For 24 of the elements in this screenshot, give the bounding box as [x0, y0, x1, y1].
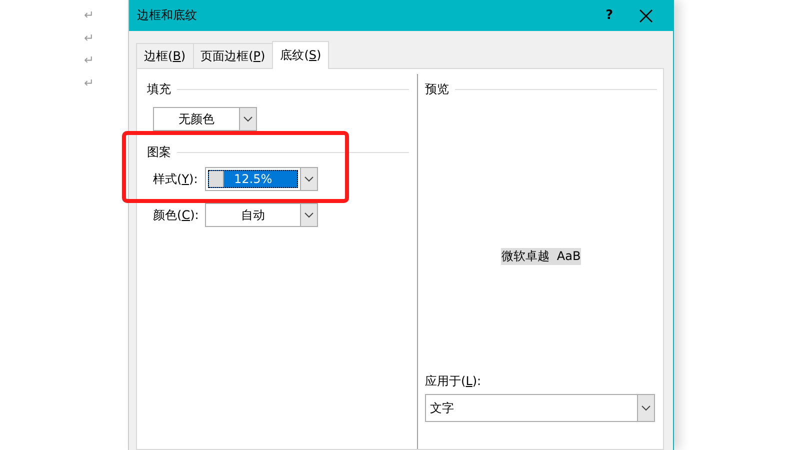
section-heading: 预览 — [425, 80, 449, 98]
tab[interactable]: 底纹(S) — [272, 41, 330, 69]
color-dropdown[interactable]: 自动 — [205, 203, 318, 227]
tab[interactable]: 边框(B) — [136, 43, 194, 68]
chevron-down-icon — [243, 116, 253, 122]
apply-to-dropdown[interactable]: 文字 — [425, 394, 655, 422]
chevron-down-icon — [641, 405, 651, 411]
window-title: 边框和底纹 — [137, 7, 198, 24]
paragraph-mark: ↵ — [84, 52, 94, 70]
paragraph-mark: ↵ — [84, 75, 94, 92]
apply-to-label: 应用于(L): — [425, 373, 482, 390]
chevron-down-icon — [304, 176, 314, 182]
preview-sample: 微软卓越 AaB — [501, 248, 581, 264]
section-heading: 填充 — [147, 80, 171, 98]
help-button[interactable]: ? — [605, 8, 613, 23]
style-dropdown[interactable]: 12.5% — [205, 167, 318, 191]
color-label: 颜色(C): — [153, 206, 199, 224]
paragraph-mark: ↵ — [84, 7, 94, 24]
fill-color-dropdown[interactable]: 无颜色 — [153, 107, 257, 131]
paragraph-mark: ↵ — [84, 30, 94, 47]
section-heading: 图案 — [147, 144, 171, 160]
chevron-down-icon — [304, 212, 314, 218]
style-label: 样式(Y): — [153, 170, 199, 188]
close-icon[interactable] — [639, 8, 653, 22]
